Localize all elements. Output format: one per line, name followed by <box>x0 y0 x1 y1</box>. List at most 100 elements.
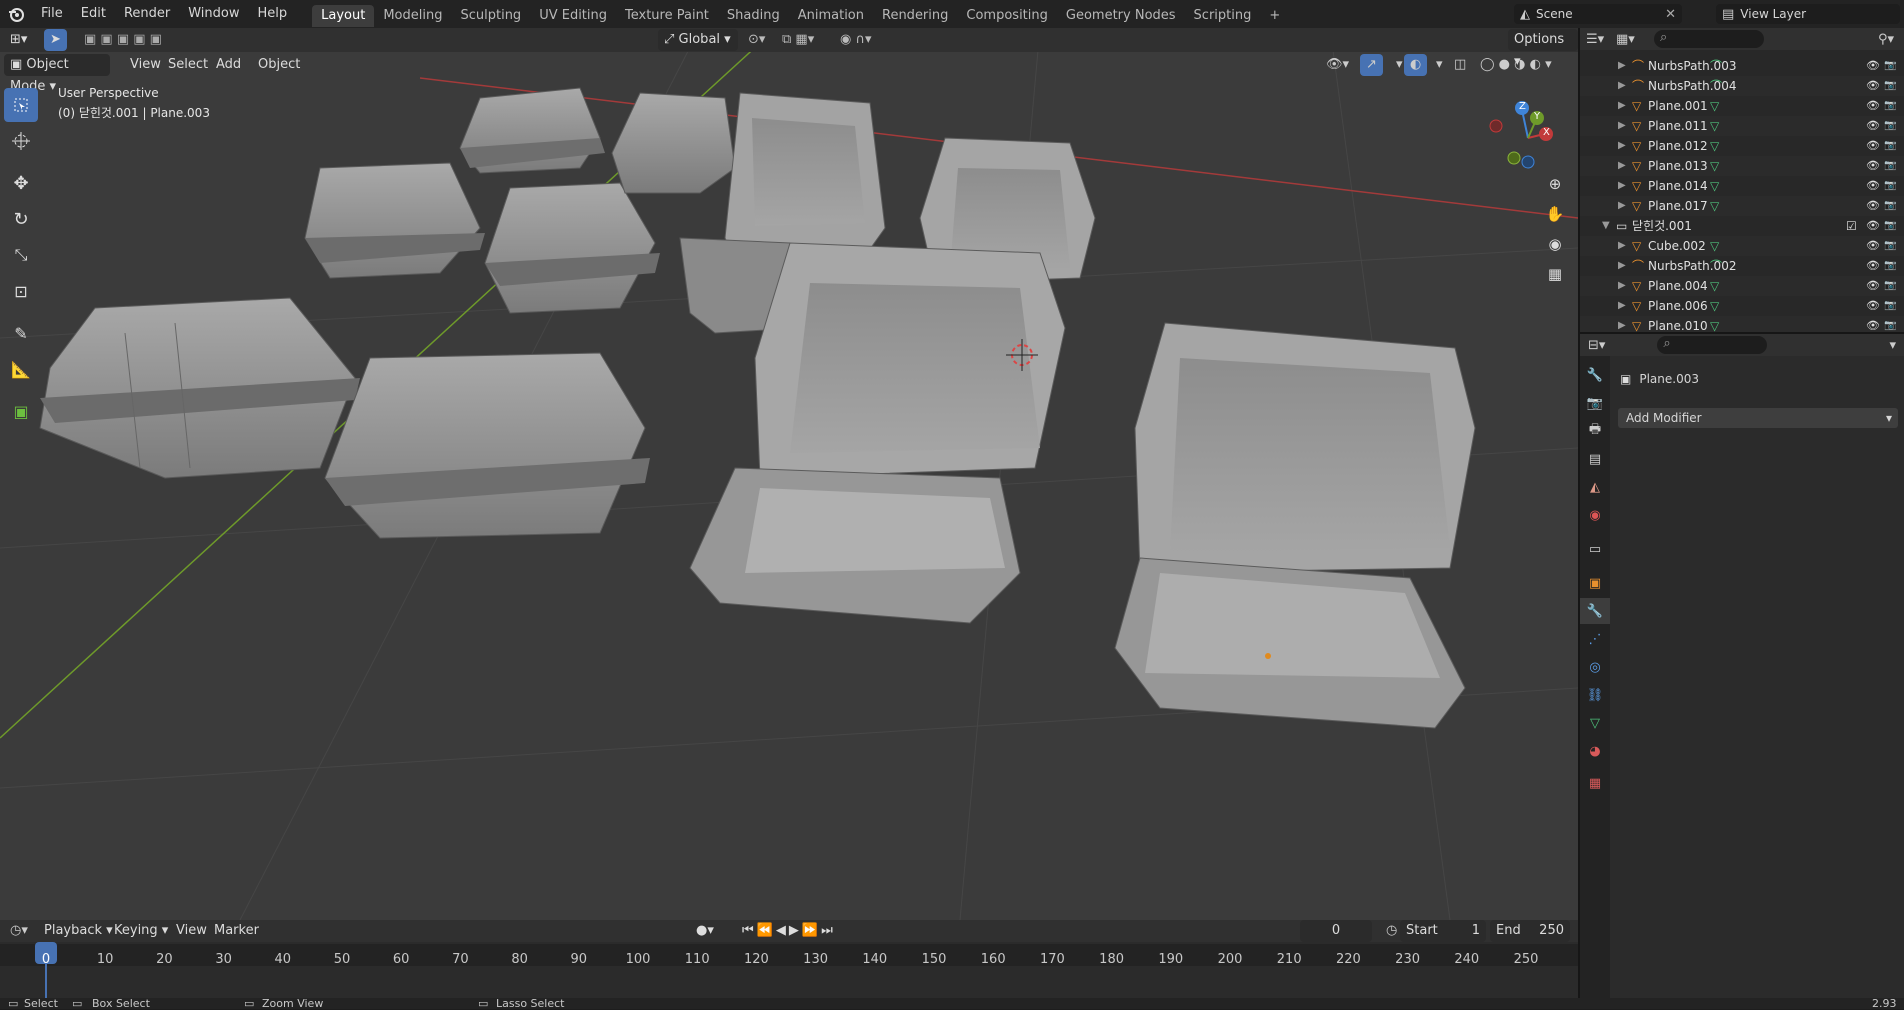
mesh-data-icon[interactable]: ▽ <box>1710 276 1719 296</box>
measure-tool-icon[interactable]: 📐 <box>4 352 38 386</box>
expand-right-icon[interactable]: ▶ <box>1618 256 1626 276</box>
expand-right-icon[interactable]: ▶ <box>1618 76 1626 96</box>
visibility-eye-icon[interactable]: 👁 <box>1866 156 1880 176</box>
material-tab-icon[interactable]: ◕ <box>1580 738 1610 764</box>
snap-icon[interactable]: ⧉ ▦▾ <box>776 29 820 51</box>
transform-orientation-dropdown[interactable]: ⤢ Global ▾ <box>658 29 738 51</box>
menu-marker[interactable]: Marker <box>208 920 265 942</box>
rotate-tool-icon[interactable]: ↻ <box>4 202 38 236</box>
render-visibility-icon[interactable]: 📷 <box>1884 156 1896 176</box>
menu-add[interactable]: Add <box>210 54 247 76</box>
closed-box[interactable] <box>324 352 650 539</box>
object-tab-icon[interactable]: ▣ <box>1580 570 1610 596</box>
visibility-eye-icon[interactable]: 👁 <box>1866 56 1880 76</box>
render-visibility-icon[interactable]: 📷 <box>1884 56 1896 76</box>
tab-uv-editing[interactable]: UV Editing <box>530 5 616 27</box>
closed-box[interactable] <box>459 87 605 174</box>
editor-type-icon[interactable]: ⊞▾ <box>4 29 33 51</box>
visibility-eye-icon[interactable]: 👁 <box>1866 76 1880 96</box>
outliner-item[interactable]: ▶ ▽ Plane.006 ▽ 👁 📷 <box>1580 296 1904 316</box>
outliner-item[interactable]: ▶ ▽ Plane.017 ▽ 👁 📷 <box>1580 196 1904 216</box>
particles-tab-icon[interactable]: ⋰ <box>1580 626 1610 652</box>
menu-render[interactable]: Render <box>115 0 179 28</box>
select-box-tool-icon[interactable] <box>4 88 38 122</box>
menu-file[interactable]: File <box>32 0 72 28</box>
outliner-item[interactable]: ▶ ▽ Plane.014 ▽ 👁 📷 <box>1580 176 1904 196</box>
select-mode-icons[interactable]: ▣ ▣ ▣ ▣ ▣ <box>78 29 168 51</box>
outliner-item[interactable]: ▶ ⌒ NurbsPath.004 ⌒ 👁 📷 <box>1580 76 1904 96</box>
outliner-item[interactable]: ▶ ▽ Cube.002 ▽ 👁 📷 <box>1580 236 1904 256</box>
render-visibility-icon[interactable]: 📷 <box>1884 256 1896 276</box>
grid-icon[interactable]: ▦ <box>1541 260 1569 288</box>
expand-right-icon[interactable]: ▶ <box>1618 276 1626 296</box>
closed-box[interactable] <box>304 162 485 279</box>
view-layer-selector[interactable]: ▤ View Layer <box>1716 4 1900 24</box>
tab-shading[interactable]: Shading <box>718 5 789 27</box>
move-tool-icon[interactable]: ✥ <box>4 166 38 200</box>
render-visibility-icon[interactable]: 📷 <box>1884 116 1896 136</box>
visibility-eye-icon[interactable]: 👁 <box>1866 96 1880 116</box>
curve-data-icon[interactable]: ⌒ <box>1710 256 1722 276</box>
timeline-editor-icon[interactable]: ◷▾ <box>4 920 34 942</box>
cursor-tool-icon[interactable] <box>4 124 38 158</box>
tab-sculpting[interactable]: Sculpting <box>451 5 530 27</box>
texture-tab-icon[interactable]: ▦ <box>1580 770 1610 796</box>
menu-window[interactable]: Window <box>179 0 248 28</box>
data-tab-icon[interactable]: ▽ <box>1580 710 1610 736</box>
visibility-eye-icon[interactable]: 👁 <box>1866 136 1880 156</box>
mesh-data-icon[interactable]: ▽ <box>1710 156 1719 176</box>
object-mode-dropdown[interactable]: ▣ Object Mode ▾ <box>4 54 110 94</box>
curve-data-icon[interactable]: ⌒ <box>1710 76 1722 96</box>
tab-texture-paint[interactable]: Texture Paint <box>616 5 718 27</box>
filter-icon[interactable]: ⚲▾ <box>1878 32 1894 47</box>
render-visibility-icon[interactable]: 📷 <box>1884 216 1896 236</box>
exclude-checkbox[interactable]: ☑ <box>1846 216 1857 236</box>
closed-box[interactable] <box>484 182 660 314</box>
camera-icon[interactable]: ◉ <box>1541 230 1569 258</box>
visibility-eye-icon[interactable]: 👁 <box>1866 256 1880 276</box>
visibility-icon[interactable]: 👁▾ <box>1320 54 1355 76</box>
closed-box[interactable] <box>611 92 736 194</box>
outliner-item[interactable]: ▶ ▽ Plane.011 ▽ 👁 📷 <box>1580 116 1904 136</box>
expand-right-icon[interactable]: ▶ <box>1618 156 1626 176</box>
tab-geometry-nodes[interactable]: Geometry Nodes <box>1057 5 1185 27</box>
outliner-item[interactable]: ▶ ▽ Plane.013 ▽ 👁 📷 <box>1580 156 1904 176</box>
area-divider[interactable] <box>1580 332 1904 334</box>
xray-icon[interactable]: ◫ <box>1448 54 1472 76</box>
scene-tab-icon[interactable]: ◭ <box>1580 474 1610 500</box>
mesh-data-icon[interactable]: ▽ <box>1710 176 1719 196</box>
expand-right-icon[interactable]: ▶ <box>1618 296 1626 316</box>
properties-options-icon[interactable]: ▾ <box>1889 338 1896 353</box>
tab-animation[interactable]: Animation <box>789 5 873 27</box>
add-cube-tool-icon[interactable]: ▣ <box>4 394 38 428</box>
blender-logo-icon[interactable] <box>0 0 32 28</box>
mesh-data-icon[interactable]: ▽ <box>1710 196 1719 216</box>
shading-modes-icon[interactable]: ◯ ● ◑ ◐ ▾ <box>1474 54 1558 76</box>
render-visibility-icon[interactable]: 📷 <box>1884 196 1896 216</box>
pivot-icon[interactable]: ⊙▾ <box>742 29 771 51</box>
add-modifier-button[interactable]: Add Modifier ▾ <box>1618 408 1898 428</box>
render-visibility-icon[interactable]: 📷 <box>1884 76 1896 96</box>
outliner-search-input[interactable]: ⌕ <box>1654 30 1764 48</box>
current-frame-field[interactable]: 0 <box>1300 920 1372 942</box>
outliner-item[interactable]: ▶ ▽ Plane.012 ▽ 👁 📷 <box>1580 136 1904 156</box>
visibility-eye-icon[interactable]: 👁 <box>1866 116 1880 136</box>
end-frame-field[interactable]: End 250 <box>1490 920 1570 942</box>
expand-right-icon[interactable]: ▶ <box>1618 236 1626 256</box>
menu-help[interactable]: Help <box>249 0 297 28</box>
menu-playback[interactable]: Playback ▾ <box>38 920 119 942</box>
outliner-item[interactable]: ▶ ⌒ NurbsPath.003 ⌒ 👁 📷 <box>1580 56 1904 76</box>
record-icon[interactable]: ●▾ <box>690 920 720 942</box>
mesh-data-icon[interactable]: ▽ <box>1710 296 1719 316</box>
menu-view[interactable]: View <box>124 54 167 76</box>
physics-tab-icon[interactable]: ◎ <box>1580 654 1610 680</box>
expand-right-icon[interactable]: ▶ <box>1618 136 1626 156</box>
expand-right-icon[interactable]: ▶ <box>1618 96 1626 116</box>
tab-scripting[interactable]: Scripting <box>1185 5 1261 27</box>
collection-tab-icon[interactable]: ▭ <box>1580 536 1610 562</box>
expand-right-icon[interactable]: ▶ <box>1618 196 1626 216</box>
constraints-tab-icon[interactable]: ⛓ <box>1580 682 1610 708</box>
render-tab-icon[interactable]: 📷 <box>1580 390 1610 416</box>
curve-data-icon[interactable]: ⌒ <box>1710 56 1722 76</box>
modifier-tab-icon[interactable]: 🔧 <box>1580 598 1610 624</box>
